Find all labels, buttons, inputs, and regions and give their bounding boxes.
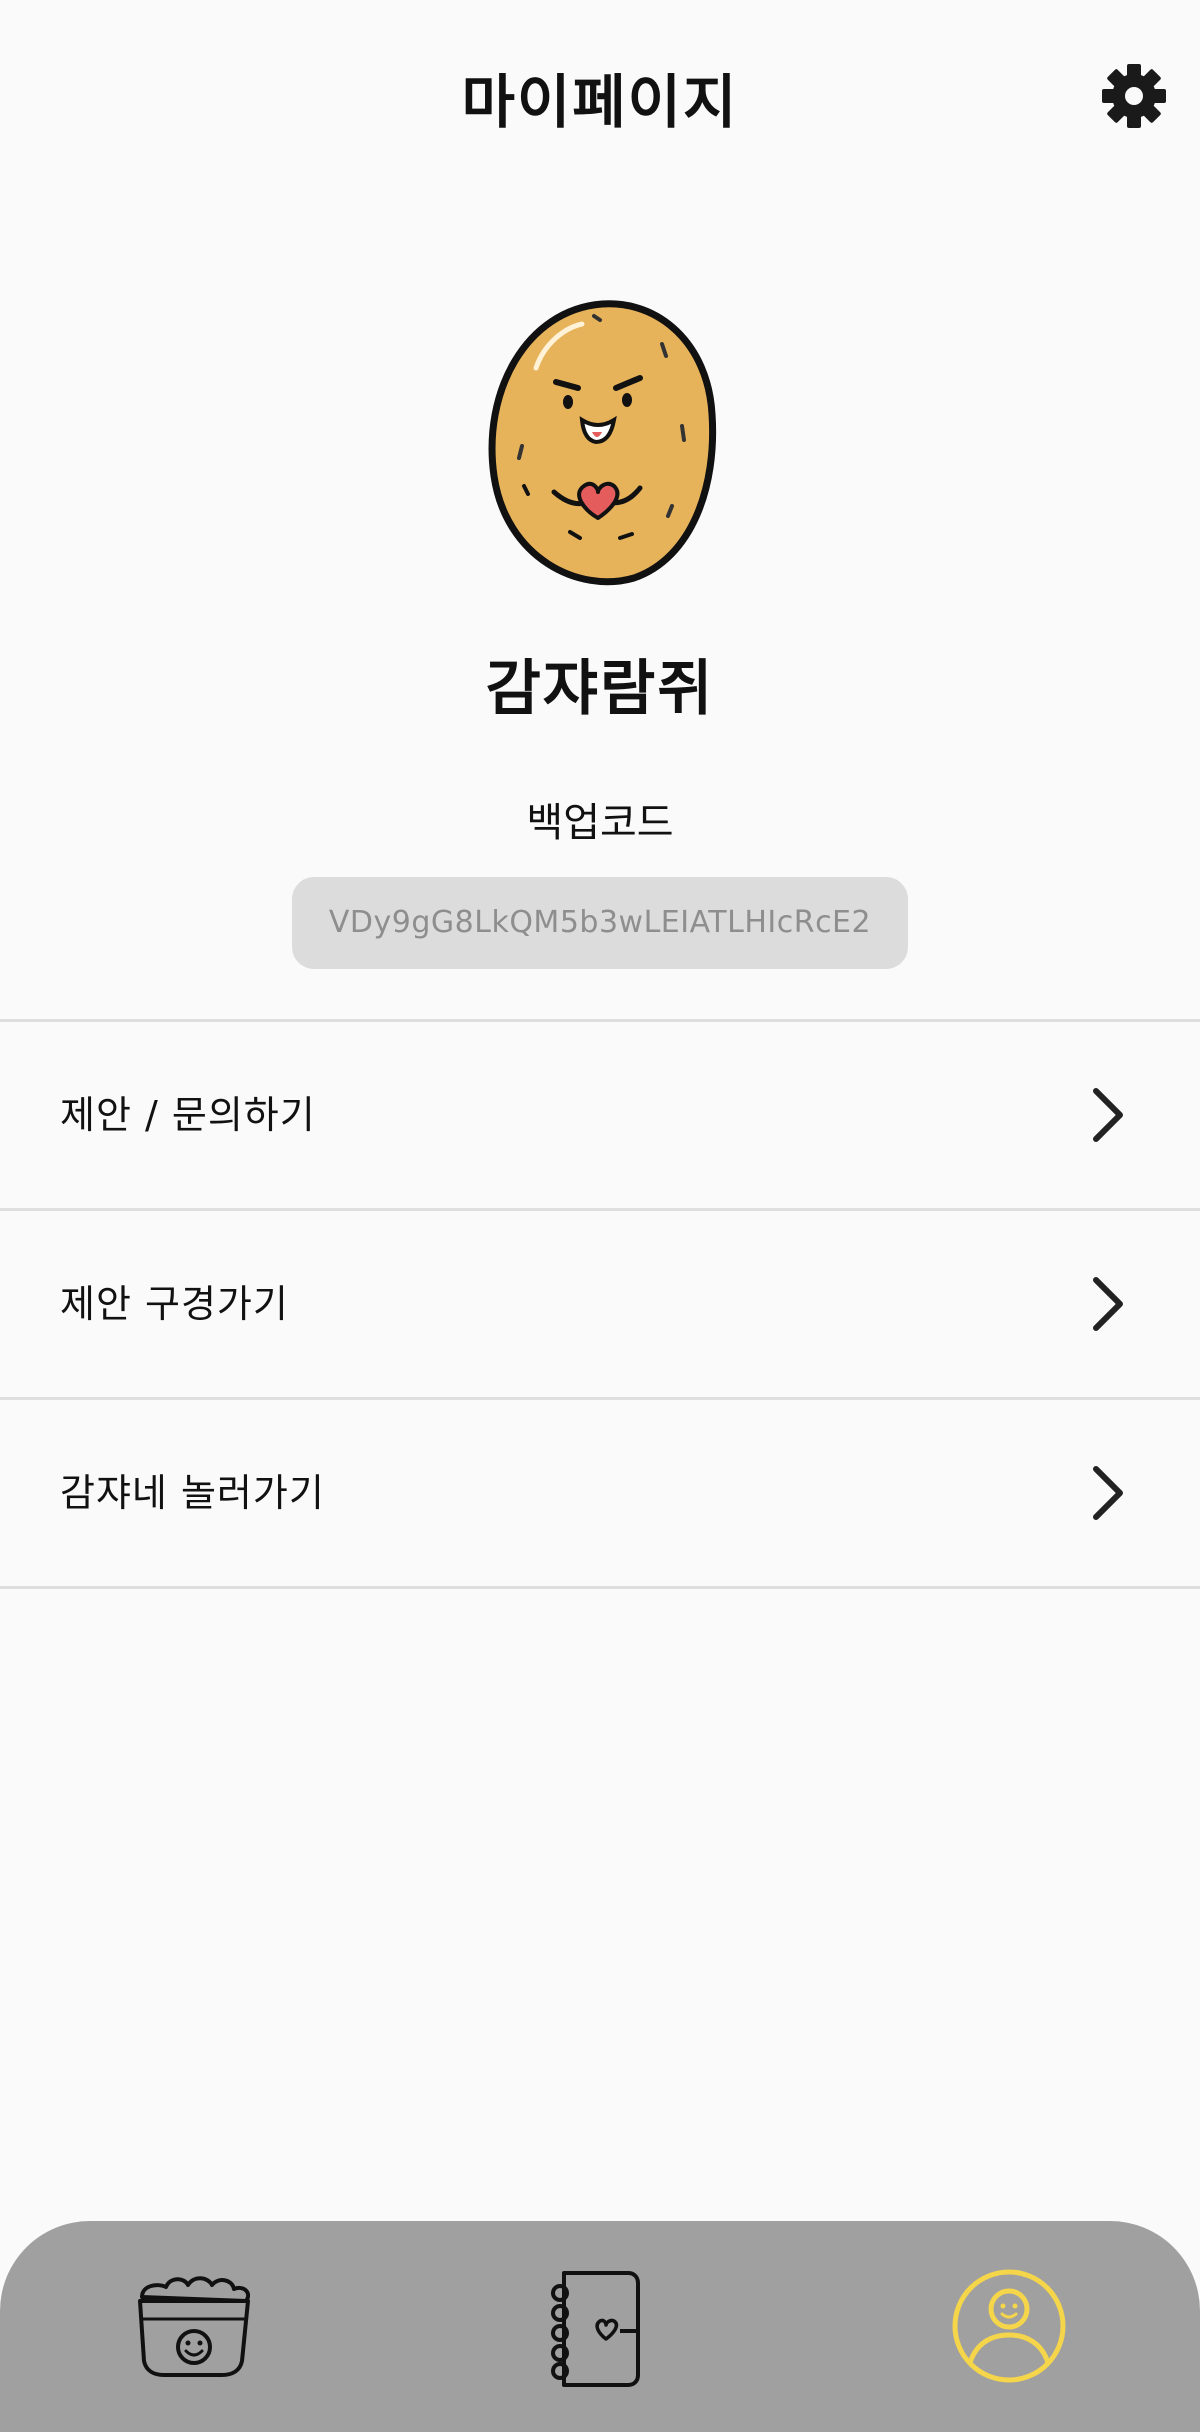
page-title: 마이페이지 xyxy=(461,68,739,136)
chevron-right-icon xyxy=(1093,1277,1123,1331)
menu-item-label: 제안 / 문의하기 xyxy=(60,1093,316,1137)
menu-list: 제안 / 문의하기 제안 구경가기 감쟈네 놀러가기 xyxy=(0,1019,1200,1589)
potato-character-icon xyxy=(488,300,717,586)
notebook-icon xyxy=(551,2271,640,2387)
menu-item-label: 제안 구경가기 xyxy=(60,1282,289,1326)
gear-icon xyxy=(1102,64,1166,128)
settings-button[interactable] xyxy=(1100,62,1168,130)
menu-item-browse-suggestions[interactable]: 제안 구경가기 xyxy=(0,1208,1200,1397)
backup-code-field[interactable]: VDy9gG8LkQM5b3wLEIATLHIcRcE2 xyxy=(292,877,908,969)
potato-basket-icon xyxy=(138,2276,251,2377)
menu-item-label: 감쟈네 놀러가기 xyxy=(60,1471,325,1515)
nav-home-button[interactable] xyxy=(128,2261,258,2391)
menu-item-visit-gamjya[interactable]: 감쟈네 놀러가기 xyxy=(0,1397,1200,1589)
bottom-navigation xyxy=(0,2221,1200,2432)
chevron-right-icon xyxy=(1093,1088,1123,1142)
menu-item-suggest-inquiry[interactable]: 제안 / 문의하기 xyxy=(0,1019,1200,1208)
chevron-right-icon xyxy=(1093,1466,1123,1520)
header: 마이페이지 xyxy=(0,0,1200,190)
backup-code-label: 백업코드 xyxy=(526,800,674,846)
nickname: 감쟈람쥐 xyxy=(485,654,715,724)
avatar xyxy=(484,296,720,588)
nav-mypage-button[interactable] xyxy=(944,2261,1074,2391)
user-profile-icon xyxy=(952,2269,1066,2383)
nav-diary-button[interactable] xyxy=(530,2261,660,2391)
